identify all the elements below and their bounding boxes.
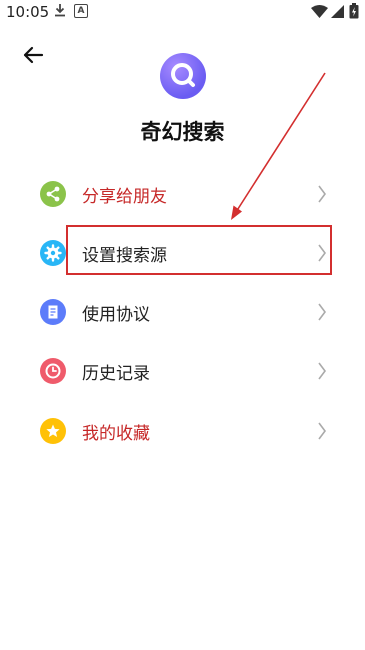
annotation-arrow-icon [231,72,326,220]
